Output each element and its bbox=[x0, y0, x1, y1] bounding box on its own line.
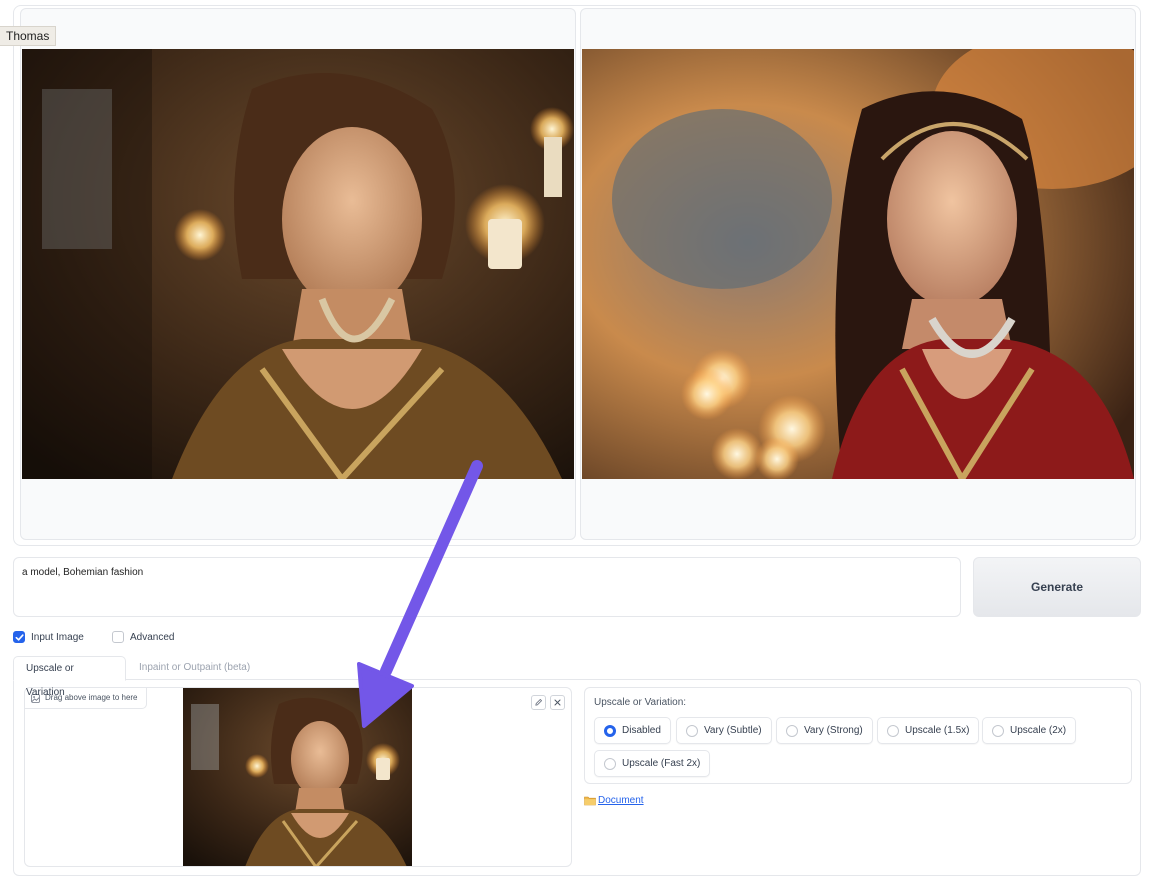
portrait-photo-2 bbox=[582, 49, 1134, 479]
radio-upscale-1-5x[interactable]: Upscale (1.5x) bbox=[877, 717, 980, 744]
radio-label: Upscale (1.5x) bbox=[905, 725, 970, 736]
tab-bar: Upscale or Variation Inpaint or Outpaint… bbox=[13, 656, 1141, 698]
tab-upscale-or-variation[interactable]: Upscale or Variation bbox=[13, 656, 126, 698]
radio-label: Vary (Subtle) bbox=[704, 725, 762, 736]
radio-vary-strong[interactable]: Vary (Strong) bbox=[776, 717, 873, 744]
document-link-text[interactable]: Document bbox=[598, 795, 644, 806]
upscale-options-group: Upscale or Variation: Disabled Vary (Sub… bbox=[584, 687, 1132, 784]
edit-button[interactable] bbox=[531, 695, 546, 710]
gallery-cell-2[interactable] bbox=[580, 8, 1136, 540]
portrait-thumbnail bbox=[183, 688, 412, 866]
prompt-input[interactable]: a model, Bohemian fashion bbox=[13, 557, 961, 617]
radio-label: Upscale (2x) bbox=[1010, 725, 1067, 736]
app-root: Thomas a model, Bohemian fashion Generat… bbox=[0, 0, 1154, 885]
gallery-cell-1[interactable] bbox=[20, 8, 576, 540]
radio-upscale-2x[interactable]: Upscale (2x) bbox=[982, 717, 1077, 744]
tab-panel: Drag above image to here Upscale or Vari… bbox=[13, 679, 1141, 876]
radio-label: Vary (Strong) bbox=[804, 725, 863, 736]
advanced-checkbox[interactable]: Advanced bbox=[112, 630, 174, 644]
radio-label: Disabled bbox=[622, 725, 661, 736]
user-name-tag: Thomas bbox=[0, 26, 57, 46]
input-image-preview bbox=[183, 688, 412, 866]
radio-unselected-icon bbox=[686, 724, 698, 737]
gallery-image-1[interactable] bbox=[22, 49, 574, 479]
advanced-label: Advanced bbox=[130, 631, 175, 643]
clear-image-button[interactable] bbox=[550, 695, 565, 710]
generate-button[interactable]: Generate bbox=[973, 557, 1141, 617]
radio-disabled[interactable]: Disabled bbox=[594, 717, 671, 744]
radio-label: Upscale (Fast 2x) bbox=[622, 758, 701, 769]
close-icon bbox=[554, 699, 561, 706]
radio-unselected-icon bbox=[604, 757, 616, 770]
input-image-checkbox[interactable]: Input Image bbox=[13, 630, 84, 644]
input-image-label: Input Image bbox=[31, 631, 84, 643]
image-dropzone[interactable]: Drag above image to here bbox=[24, 687, 572, 867]
upscale-options-label: Upscale or Variation: bbox=[594, 697, 687, 708]
tab-inpaint-or-outpaint[interactable]: Inpaint or Outpaint (beta) bbox=[127, 656, 262, 681]
checkbox-unchecked-icon[interactable] bbox=[112, 631, 124, 643]
gallery-image-2[interactable] bbox=[582, 49, 1134, 479]
portrait-photo-1 bbox=[22, 49, 574, 479]
radio-unselected-icon bbox=[887, 724, 899, 737]
checkbox-checked-icon[interactable] bbox=[13, 631, 25, 643]
radio-unselected-icon bbox=[992, 724, 1004, 737]
folder-icon bbox=[584, 796, 596, 806]
pencil-icon bbox=[535, 699, 542, 706]
radio-upscale-fast-2x[interactable]: Upscale (Fast 2x) bbox=[594, 750, 711, 777]
radio-unselected-icon bbox=[786, 724, 798, 737]
radio-vary-subtle[interactable]: Vary (Subtle) bbox=[676, 717, 772, 744]
radio-selected-icon bbox=[604, 724, 616, 737]
image-gallery bbox=[13, 5, 1141, 546]
document-link[interactable]: Document bbox=[584, 795, 644, 806]
